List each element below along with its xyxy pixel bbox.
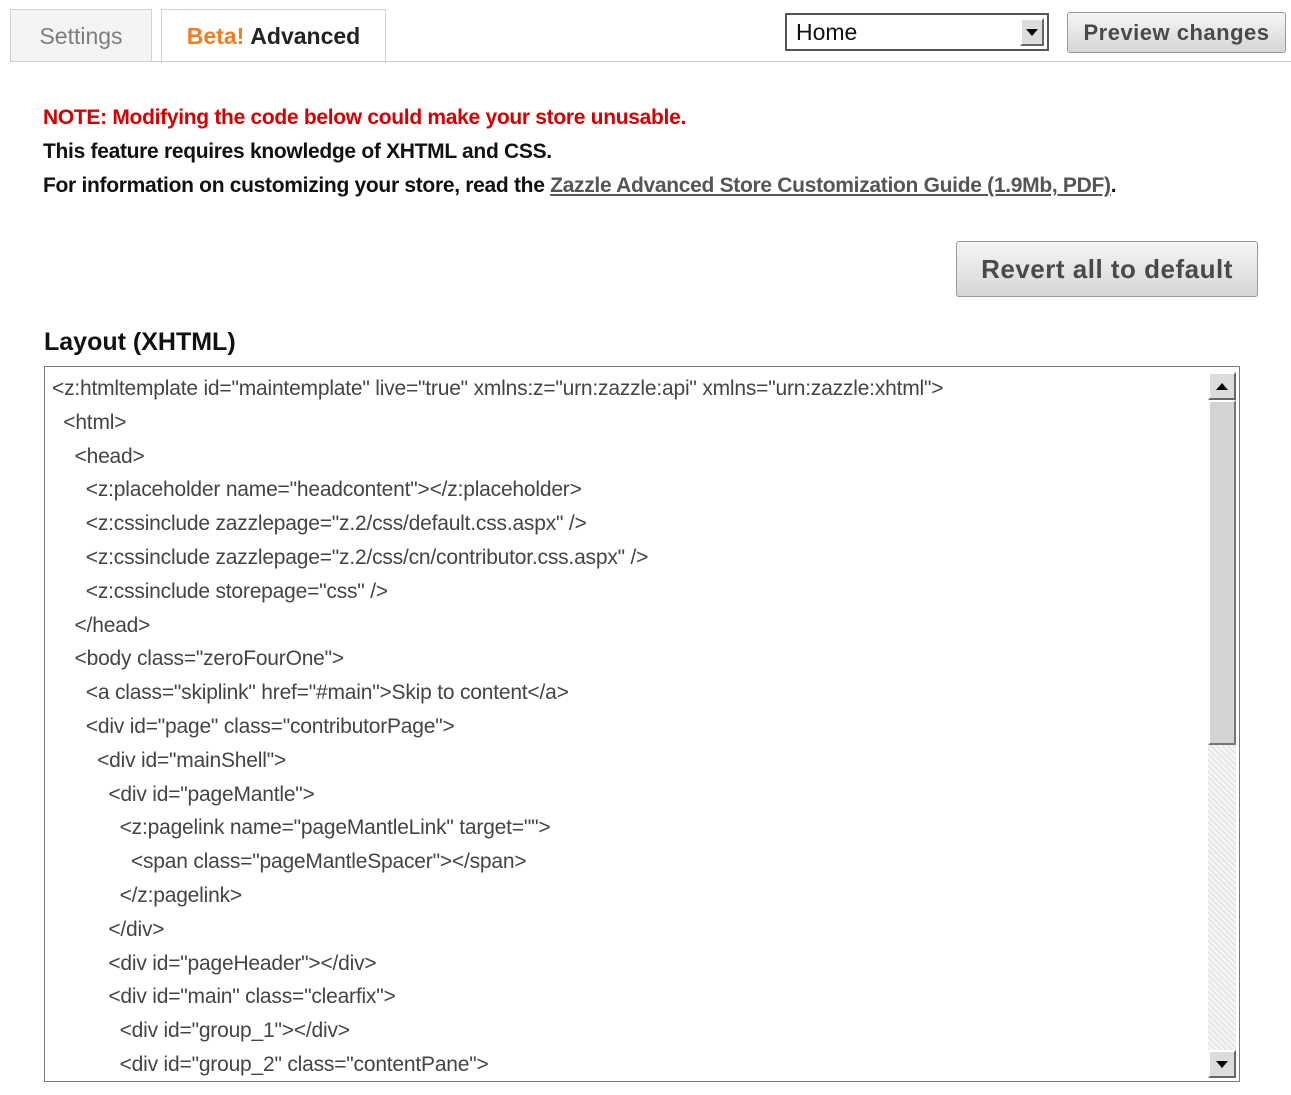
tabs-divider xyxy=(10,61,1291,62)
code-line: </head> xyxy=(52,613,151,637)
code-line: <head> xyxy=(52,444,145,468)
tab-settings-label: Settings xyxy=(39,22,123,49)
code-line: </div> xyxy=(52,917,165,941)
info-prefix: For information on customizing your stor… xyxy=(43,174,551,197)
code-line: <z:htmltemplate id="maintemplate" live="… xyxy=(52,377,944,400)
revert-all-button[interactable]: Revert all to default xyxy=(956,241,1258,297)
guide-link[interactable]: Zazzle Advanced Store Customization Guid… xyxy=(550,174,1111,197)
layout-code-editor[interactable]: <z:htmltemplate id="maintemplate" live="… xyxy=(44,366,1240,1082)
code-line: <z:cssinclude storepage="css" /> xyxy=(52,579,388,603)
notes: NOTE: Modifying the code below could mak… xyxy=(43,101,1117,203)
code-line: <z:placeholder name="headcontent"></z:pl… xyxy=(52,478,582,502)
code-line: </z:pagelink> xyxy=(52,883,243,907)
tab-advanced[interactable]: Beta! Advanced xyxy=(161,9,386,63)
page-select[interactable]: Home xyxy=(785,13,1049,51)
code-lines: <z:htmltemplate id="maintemplate" live="… xyxy=(52,372,1199,1081)
code-line: <div id="pageMantle"> xyxy=(52,782,315,806)
warning-note: NOTE: Modifying the code below could mak… xyxy=(43,106,686,129)
code-line: <html> xyxy=(52,410,127,434)
tab-advanced-label: Advanced xyxy=(250,23,361,49)
tab-settings[interactable]: Settings xyxy=(10,9,152,62)
code-line: <div id="pageHeader"></div> xyxy=(52,951,377,975)
scrollbar-thumb[interactable] xyxy=(1208,400,1236,745)
page-select-value: Home xyxy=(796,18,858,45)
code-line: <z:pagelink name="pageMantleLink" target… xyxy=(52,816,551,840)
info-suffix: . xyxy=(1110,174,1117,197)
vertical-scrollbar[interactable] xyxy=(1208,372,1236,1078)
code-line: <z:cssinclude zazzlepage="z.2/css/defaul… xyxy=(52,512,587,536)
requirement-note: This feature requires knowledge of XHTML… xyxy=(43,140,552,163)
code-line: <div id="main" class="clearfix"> xyxy=(52,985,396,1009)
code-line: <div id="page" class="contributorPage"> xyxy=(52,714,455,738)
layout-heading: Layout (XHTML) xyxy=(44,328,236,356)
code-line: <div id="group_2" class="contentPane"> xyxy=(52,1052,489,1076)
beta-badge: Beta! xyxy=(186,23,245,49)
code-line: <a class="skiplink" href="#main">Skip to… xyxy=(52,681,569,705)
dropdown-arrow-icon[interactable] xyxy=(1020,18,1044,46)
scroll-up-arrow-icon[interactable] xyxy=(1208,372,1236,400)
code-line: <body class="zeroFourOne"> xyxy=(52,647,345,671)
preview-changes-button[interactable]: Preview changes xyxy=(1067,12,1286,53)
info-note: For information on customizing your stor… xyxy=(43,169,1117,203)
code-line: <div id="mainShell"> xyxy=(52,748,287,772)
code-line: <z:cssinclude zazzlepage="z.2/css/cn/con… xyxy=(52,545,649,569)
code-line: <div id="group_1"></div> xyxy=(52,1019,350,1043)
code-line: <span class="pageMantleSpacer"></span> xyxy=(52,850,527,874)
scroll-down-arrow-icon[interactable] xyxy=(1208,1050,1236,1078)
